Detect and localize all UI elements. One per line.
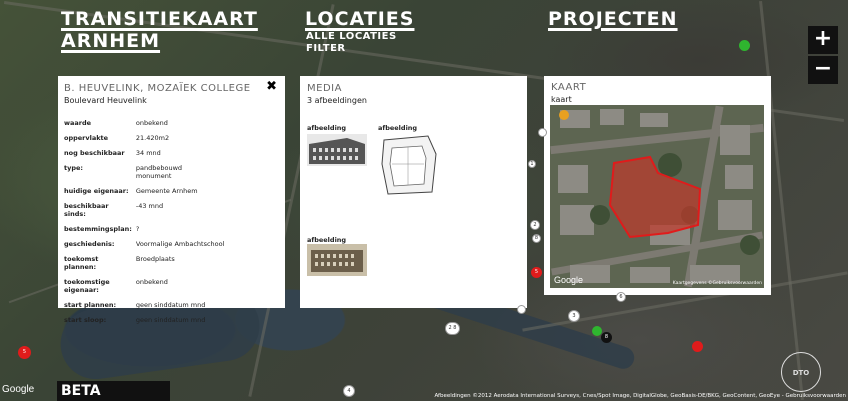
detail-value: 21.420m2 <box>135 134 170 142</box>
detail-value: geen sinddatum mnd <box>135 301 206 309</box>
close-icon[interactable]: ✖ <box>266 79 277 94</box>
map-marker[interactable]: 4 <box>343 385 355 397</box>
dto-seal-logo: DTO <box>781 352 821 392</box>
detail-row: bestemmingsplan:? <box>64 225 224 240</box>
map-marker-green[interactable] <box>739 40 750 51</box>
site-title-line2: ARNHEM <box>61 30 161 52</box>
map-marker[interactable]: 3 <box>568 310 580 322</box>
detail-value: -43 mnd <box>135 202 164 210</box>
detail-value: geen sinddatum mnd <box>135 316 206 324</box>
map-marker-red[interactable] <box>692 341 703 352</box>
media-count: 3 afbeeldingen <box>307 96 367 105</box>
location-info-panel: B. HEUVELINK, MOZAÏEK COLLEGE Boulevard … <box>58 76 285 324</box>
map-marker[interactable] <box>517 305 526 314</box>
detail-row: geschiedenis: Voormalige Ambachtschool <box>64 240 224 255</box>
filter-link[interactable]: FILTER <box>306 43 346 55</box>
detail-row: start plannen: geen sinddatum mnd <box>64 301 224 316</box>
map-marker[interactable]: 6 <box>616 292 626 302</box>
detail-row: beschikbaar sinds: -43 mnd <box>64 202 224 225</box>
media-item-label: afbeelding <box>307 124 347 132</box>
detail-key: bestemmingsplan: <box>64 225 132 233</box>
alle-locaties-link[interactable]: ALLE LOCATIES <box>306 31 397 43</box>
map-marker[interactable] <box>538 128 547 137</box>
location-title: B. HEUVELINK, MOZAÏEK COLLEGE <box>64 83 251 94</box>
media-thumbnail-historic-photo[interactable] <box>307 244 367 276</box>
detail-key: nog beschikbaar <box>64 149 125 157</box>
detail-value: Gemeente Arnhem <box>135 187 198 195</box>
detail-row: waarde onbekend <box>64 119 224 134</box>
detail-value: onbekend <box>135 119 168 127</box>
map-attribution[interactable]: Afbeeldingen ©2012 Aerodata Internationa… <box>434 393 846 399</box>
media-title: MEDIA <box>307 83 342 94</box>
detail-value: Broedplaats <box>135 255 175 263</box>
zoom-in-button[interactable]: + <box>808 26 838 54</box>
map-marker[interactable]: 1 <box>528 160 536 168</box>
detail-row: toekomstige eigenaar: onbekend <box>64 278 224 301</box>
locaties-heading[interactable]: LOCATIES <box>305 8 414 30</box>
detail-row: oppervlakte 21.420m2 <box>64 134 224 149</box>
projecten-heading[interactable]: PROJECTEN <box>548 8 678 30</box>
media-thumbnail-floorplan[interactable] <box>378 134 440 198</box>
location-address: Boulevard Heuvelink <box>64 96 147 105</box>
map-marker[interactable]: 2 <box>530 220 540 230</box>
detail-row: start sloop: geen sinddatum mnd <box>64 316 224 331</box>
map-subtitle: kaart <box>551 95 572 104</box>
media-panel: MEDIA 3 afbeeldingen afbeelding afbeeldi… <box>300 76 527 308</box>
detail-key: toekomstige eigenaar: <box>64 278 110 294</box>
detail-row: toekomst plannen: Broedplaats <box>64 255 224 278</box>
media-thumbnail-building-photo[interactable] <box>307 134 367 166</box>
media-item-label: afbeelding <box>378 124 418 132</box>
satellite-map-icon <box>550 105 764 288</box>
detail-key: start sloop: <box>64 316 107 324</box>
location-details-table: waarde onbekend oppervlakte 21.420m2 nog bes… <box>64 119 224 331</box>
beta-badge: BETA <box>57 381 170 401</box>
map-marker-red[interactable]: 5 <box>18 346 31 359</box>
detail-key: beschikbaar sinds: <box>64 202 109 218</box>
site-title-line1: TRANSITIEKAART <box>61 8 258 30</box>
detail-value: Voormalige Ambachtschool <box>135 240 225 248</box>
detail-value: onbekend <box>135 278 168 286</box>
detail-value: pandbebouwd monument <box>135 164 183 180</box>
site-title[interactable]: TRANSITIEKAART ARNHEM <box>61 8 258 52</box>
detail-key: type: <box>64 164 84 172</box>
detail-value: ? <box>135 225 140 233</box>
media-item-label: afbeelding <box>307 236 347 244</box>
detail-key: huidige eigenaar: <box>64 187 129 195</box>
detail-row: huidige eigenaar: Gemeente Arnhem <box>64 187 224 202</box>
minimap-google-logo: Google <box>554 275 584 285</box>
map-marker[interactable]: 2 8 <box>445 322 460 335</box>
minimap-attribution[interactable]: Kaartgegevens ©Gebruiksvoorwaarden <box>673 281 762 286</box>
map-title: KAART <box>551 82 587 93</box>
detail-key: geschiedenis: <box>64 240 115 248</box>
historic-photo-icon <box>307 244 367 276</box>
detail-row: nog beschikbaar 34 mnd <box>64 149 224 164</box>
detail-key: waarde <box>64 119 92 127</box>
map-panel: KAART kaart Google Kaartgegevens ©Gebrui… <box>544 76 771 295</box>
seal-text: DTO <box>792 369 810 377</box>
map-marker[interactable]: 8 <box>532 234 541 243</box>
detail-value: 34 mnd <box>135 149 161 157</box>
map-marker-green[interactable] <box>592 326 602 336</box>
detail-key: toekomst plannen: <box>64 255 99 271</box>
detail-key: oppervlakte <box>64 134 109 142</box>
detail-key: start plannen: <box>64 301 117 309</box>
detail-row: type: pandbebouwd monument <box>64 164 224 187</box>
google-logo: Google <box>2 384 35 395</box>
building-photo-icon <box>307 134 367 166</box>
floorplan-icon <box>378 134 440 198</box>
zoom-out-button[interactable]: − <box>808 56 838 84</box>
satellite-minimap[interactable]: Google Kaartgegevens ©Gebruiksvoorwaarde… <box>550 105 764 288</box>
map-marker-red[interactable]: 5 <box>531 267 542 278</box>
map-marker-black[interactable]: 8 <box>601 332 612 343</box>
